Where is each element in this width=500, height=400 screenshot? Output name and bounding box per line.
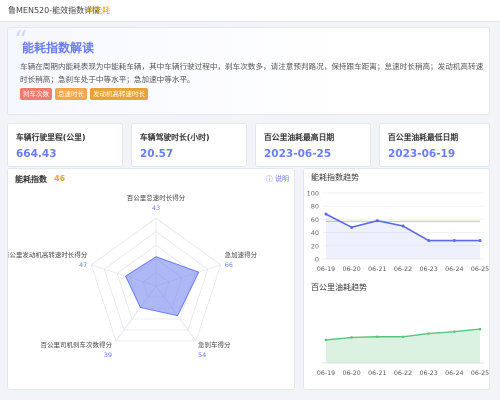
series-area bbox=[326, 214, 480, 259]
x-tick-label: 06-22 bbox=[394, 370, 412, 377]
radar-axis-label: 急刹车得分 bbox=[198, 340, 231, 349]
energy-index-panel: 能耗指数 46 ⓘ 说明 百公里怠速时长得分 43 急加速得分 66 急刹车得分 54 百公… bbox=[7, 168, 295, 390]
data-point bbox=[324, 212, 328, 216]
data-point bbox=[401, 224, 405, 228]
stat-driving-hours: 车辆驾驶时长(小时) 20.57 bbox=[131, 123, 247, 167]
data-point bbox=[375, 219, 379, 223]
x-tick-label: 06-25 bbox=[471, 266, 489, 273]
data-point bbox=[452, 239, 456, 243]
energy-trend-chart: 0 20 40 60 80 100 06-19 06-20 06-21 06-22 06-23 06-… bbox=[307, 190, 490, 274]
data-point bbox=[453, 330, 456, 333]
stat-label: 车辆驾驶时长(小时) bbox=[140, 133, 210, 142]
y-tick-label: 80 bbox=[311, 203, 319, 211]
x-tick-label: 06-21 bbox=[368, 266, 386, 273]
radar-axis-label: 百公里司机刹车次数得分 bbox=[41, 340, 113, 349]
y-tick-label: 60 bbox=[311, 216, 319, 224]
radar-axis-label: 急加速得分 bbox=[225, 250, 258, 259]
x-tick-label: 06-20 bbox=[343, 370, 361, 377]
stat-min-fuel-date: 百公里油耗最低日期 2023-06-19 bbox=[379, 123, 490, 167]
radar-axis-value: 39 bbox=[104, 351, 112, 359]
x-tick-label: 06-25 bbox=[471, 370, 489, 377]
stat-label: 百公里油耗最低日期 bbox=[388, 133, 459, 142]
stat-value: 20.57 bbox=[140, 148, 174, 160]
interpretation-body: 车辆在周期内能耗表现为中能耗车辆，其中车辆行驶过程中，刹车次数多，请注意预判路况… bbox=[20, 62, 484, 84]
stat-max-fuel-date: 百公里油耗最高日期 2023-06-25 bbox=[255, 123, 371, 167]
radar-chart: 百公里怠速时长得分 43 急加速得分 66 急刹车得分 54 百公里司机刹车次数得分 39 百公… bbox=[8, 193, 258, 359]
data-point bbox=[427, 332, 430, 335]
stat-value: 2023-06-19 bbox=[388, 148, 456, 160]
data-point bbox=[427, 239, 431, 243]
energy-trend-title: 能耗指数趋势 bbox=[311, 173, 359, 182]
data-point bbox=[376, 335, 379, 339]
data-point bbox=[478, 327, 482, 331]
energy-level-label: 中能耗 bbox=[86, 6, 110, 15]
data-point bbox=[401, 335, 405, 339]
issue-tags: 刹车次数 怠速时长 发动机高转速时长 bbox=[20, 88, 148, 100]
x-tick-label: 06-20 bbox=[343, 266, 361, 273]
tag-high-rpm-time: 发动机高转速时长 bbox=[90, 88, 148, 100]
fuel-trend-chart: 06-19 06-20 06-21 06-22 06-23 06-24 06-25 bbox=[317, 327, 489, 377]
radar-axis-value: 47 bbox=[79, 261, 87, 269]
x-tick-label: 06-22 bbox=[394, 266, 412, 273]
x-tick-label: 06-21 bbox=[368, 370, 386, 377]
energy-interpretation-card: “ 能耗指数解读 车辆在周期内能耗表现为中能耗车辆，其中车辆行驶过程中，刹车次数… bbox=[7, 27, 490, 115]
data-point bbox=[324, 338, 328, 342]
data-point bbox=[478, 239, 482, 243]
x-tick-label: 06-23 bbox=[420, 370, 438, 377]
tag-brake-count: 刹车次数 bbox=[20, 88, 52, 100]
title-bar: 鲁MEN520-能效指数详情 中能耗 bbox=[0, 0, 500, 22]
x-tick-label: 06-19 bbox=[317, 266, 335, 273]
y-tick-label: 0 bbox=[315, 256, 319, 264]
y-tick-label: 20 bbox=[311, 242, 319, 250]
stat-value: 664.43 bbox=[16, 148, 57, 160]
fuel-trend-title: 百公里油耗趋势 bbox=[311, 283, 367, 292]
radar-axis-label: 百公里发动机高转速时长得分 bbox=[8, 250, 88, 259]
radar-axis-value: 43 bbox=[152, 204, 160, 212]
x-tick-label: 06-24 bbox=[445, 266, 463, 273]
radar-axis-value: 66 bbox=[225, 261, 233, 269]
radar-axis-label: 百公里怠速时长得分 bbox=[127, 193, 186, 202]
interpretation-title: 能耗指数解读 bbox=[22, 41, 95, 55]
stat-mileage: 车辆行驶里程(公里) 664.43 bbox=[7, 123, 123, 167]
y-tick-label: 100 bbox=[307, 190, 319, 198]
y-tick-label: 40 bbox=[311, 229, 319, 237]
stat-label: 车辆行驶里程(公里) bbox=[16, 133, 86, 142]
trend-panel: 能耗指数趋势 0 20 40 60 80 100 06-19 06-20 06-21 06-22 0… bbox=[303, 168, 490, 390]
data-point bbox=[350, 336, 353, 339]
radar-axis-value: 54 bbox=[198, 351, 206, 359]
data-point bbox=[350, 225, 354, 229]
x-tick-label: 06-24 bbox=[445, 370, 463, 377]
series-area bbox=[326, 329, 480, 363]
x-tick-label: 06-19 bbox=[317, 370, 335, 377]
stat-value: 2023-06-25 bbox=[264, 148, 332, 160]
tag-idle-time: 怠速时长 bbox=[55, 88, 87, 100]
x-tick-label: 06-23 bbox=[420, 266, 438, 273]
stat-label: 百公里油耗最高日期 bbox=[264, 133, 335, 142]
radar-area bbox=[124, 256, 200, 317]
